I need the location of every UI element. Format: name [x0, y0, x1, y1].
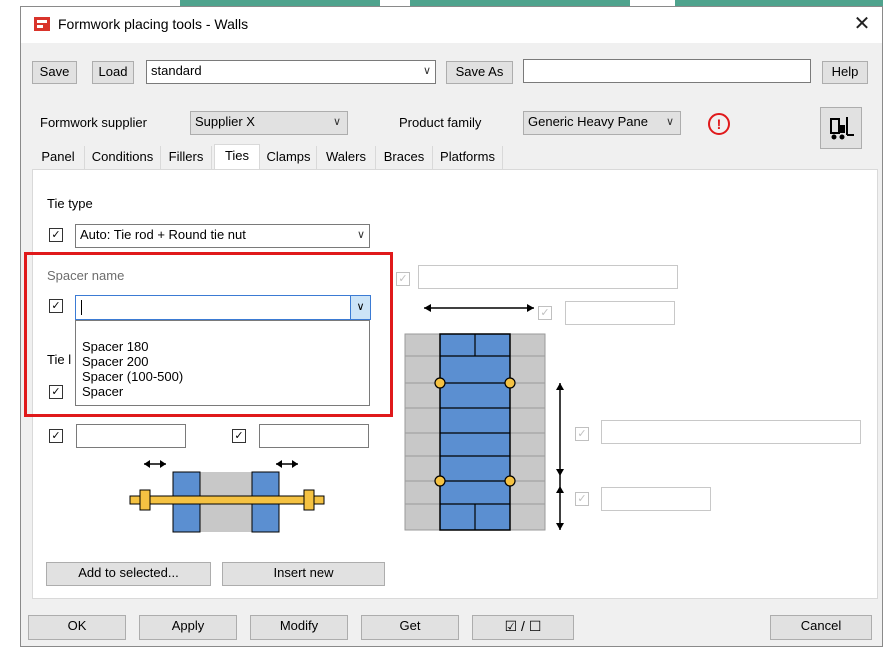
add-to-selected-button[interactable]: Add to selected... — [46, 562, 211, 586]
app-icon — [33, 15, 51, 33]
left-offset-checkbox[interactable]: ✓ — [49, 429, 63, 443]
tie-type-combobox[interactable]: Auto: Tie rod + Round tie nut ∨ — [75, 224, 370, 248]
tab-fillers[interactable]: Fillers — [161, 146, 212, 169]
tie-height-checkbox[interactable]: ✓ — [575, 492, 589, 506]
left-offset-input[interactable] — [76, 424, 186, 448]
highlight-box — [24, 252, 393, 417]
ok-button[interactable]: OK — [28, 615, 126, 640]
tab-ties[interactable]: Ties — [214, 144, 260, 171]
chevron-down-icon: ∨ — [356, 229, 365, 241]
toggle-checkboxes-button[interactable]: ☑ / ☐ — [472, 615, 574, 640]
tab-braces[interactable]: Braces — [376, 146, 433, 169]
save-as-button[interactable]: Save As — [446, 61, 513, 84]
tie-height-input[interactable] — [601, 487, 711, 511]
tie-type-value: Auto: Tie rod + Round tie nut — [80, 227, 246, 242]
save-as-input[interactable] — [523, 59, 811, 83]
tab-platforms[interactable]: Platforms — [433, 146, 503, 169]
insert-new-button[interactable]: Insert new — [222, 562, 385, 586]
chevron-down-icon: ∨ — [332, 116, 341, 128]
preset-combobox[interactable]: standard ∨ — [146, 60, 436, 84]
tie-spacing-checkbox[interactable]: ✓ — [575, 427, 589, 441]
tab-panel[interactable]: Panel — [32, 146, 85, 169]
formwork-supplier-label: Formwork supplier — [40, 115, 147, 130]
product-family-select[interactable]: Generic Heavy Pane ∨ — [523, 111, 681, 135]
top-tie-checkbox[interactable]: ✓ — [396, 272, 410, 286]
product-family-label: Product family — [399, 115, 482, 130]
cancel-button[interactable]: Cancel — [770, 615, 872, 640]
get-button[interactable]: Get — [361, 615, 459, 640]
tie-rod-diagram — [128, 452, 328, 534]
save-button[interactable]: Save — [32, 61, 77, 84]
help-button[interactable]: Help — [822, 61, 868, 84]
chevron-down-icon: ∨ — [422, 65, 431, 77]
top-tie-input[interactable] — [418, 265, 678, 289]
forklift-icon — [830, 117, 854, 140]
product-family-value: Generic Heavy Pane — [528, 114, 648, 129]
modify-button[interactable]: Modify — [250, 615, 348, 640]
preset-value: standard — [151, 63, 202, 78]
chevron-down-icon: ∨ — [665, 116, 674, 128]
formwork-supplier-value: Supplier X — [195, 114, 255, 129]
tab-clamps[interactable]: Clamps — [261, 146, 317, 169]
right-offset-input[interactable] — [259, 424, 369, 448]
warning-icon[interactable]: ! — [708, 113, 730, 135]
tab-walers[interactable]: Walers — [317, 146, 376, 169]
tie-type-label: Tie type — [47, 196, 93, 211]
forklift-button[interactable] — [820, 107, 862, 149]
tie-spacing-input[interactable] — [601, 420, 861, 444]
panel-width-input[interactable] — [565, 301, 675, 325]
apply-button[interactable]: Apply — [139, 615, 237, 640]
right-offset-checkbox[interactable]: ✓ — [232, 429, 246, 443]
tie-type-checkbox[interactable]: ✓ — [49, 228, 63, 242]
tab-conditions[interactable]: Conditions — [85, 146, 161, 169]
close-icon[interactable]: ✕ — [850, 11, 874, 37]
load-button[interactable]: Load — [92, 61, 134, 84]
wall-elevation-diagram — [404, 298, 574, 533]
window-title: Formwork placing tools - Walls — [58, 16, 249, 32]
formwork-supplier-select[interactable]: Supplier X ∨ — [190, 111, 348, 135]
